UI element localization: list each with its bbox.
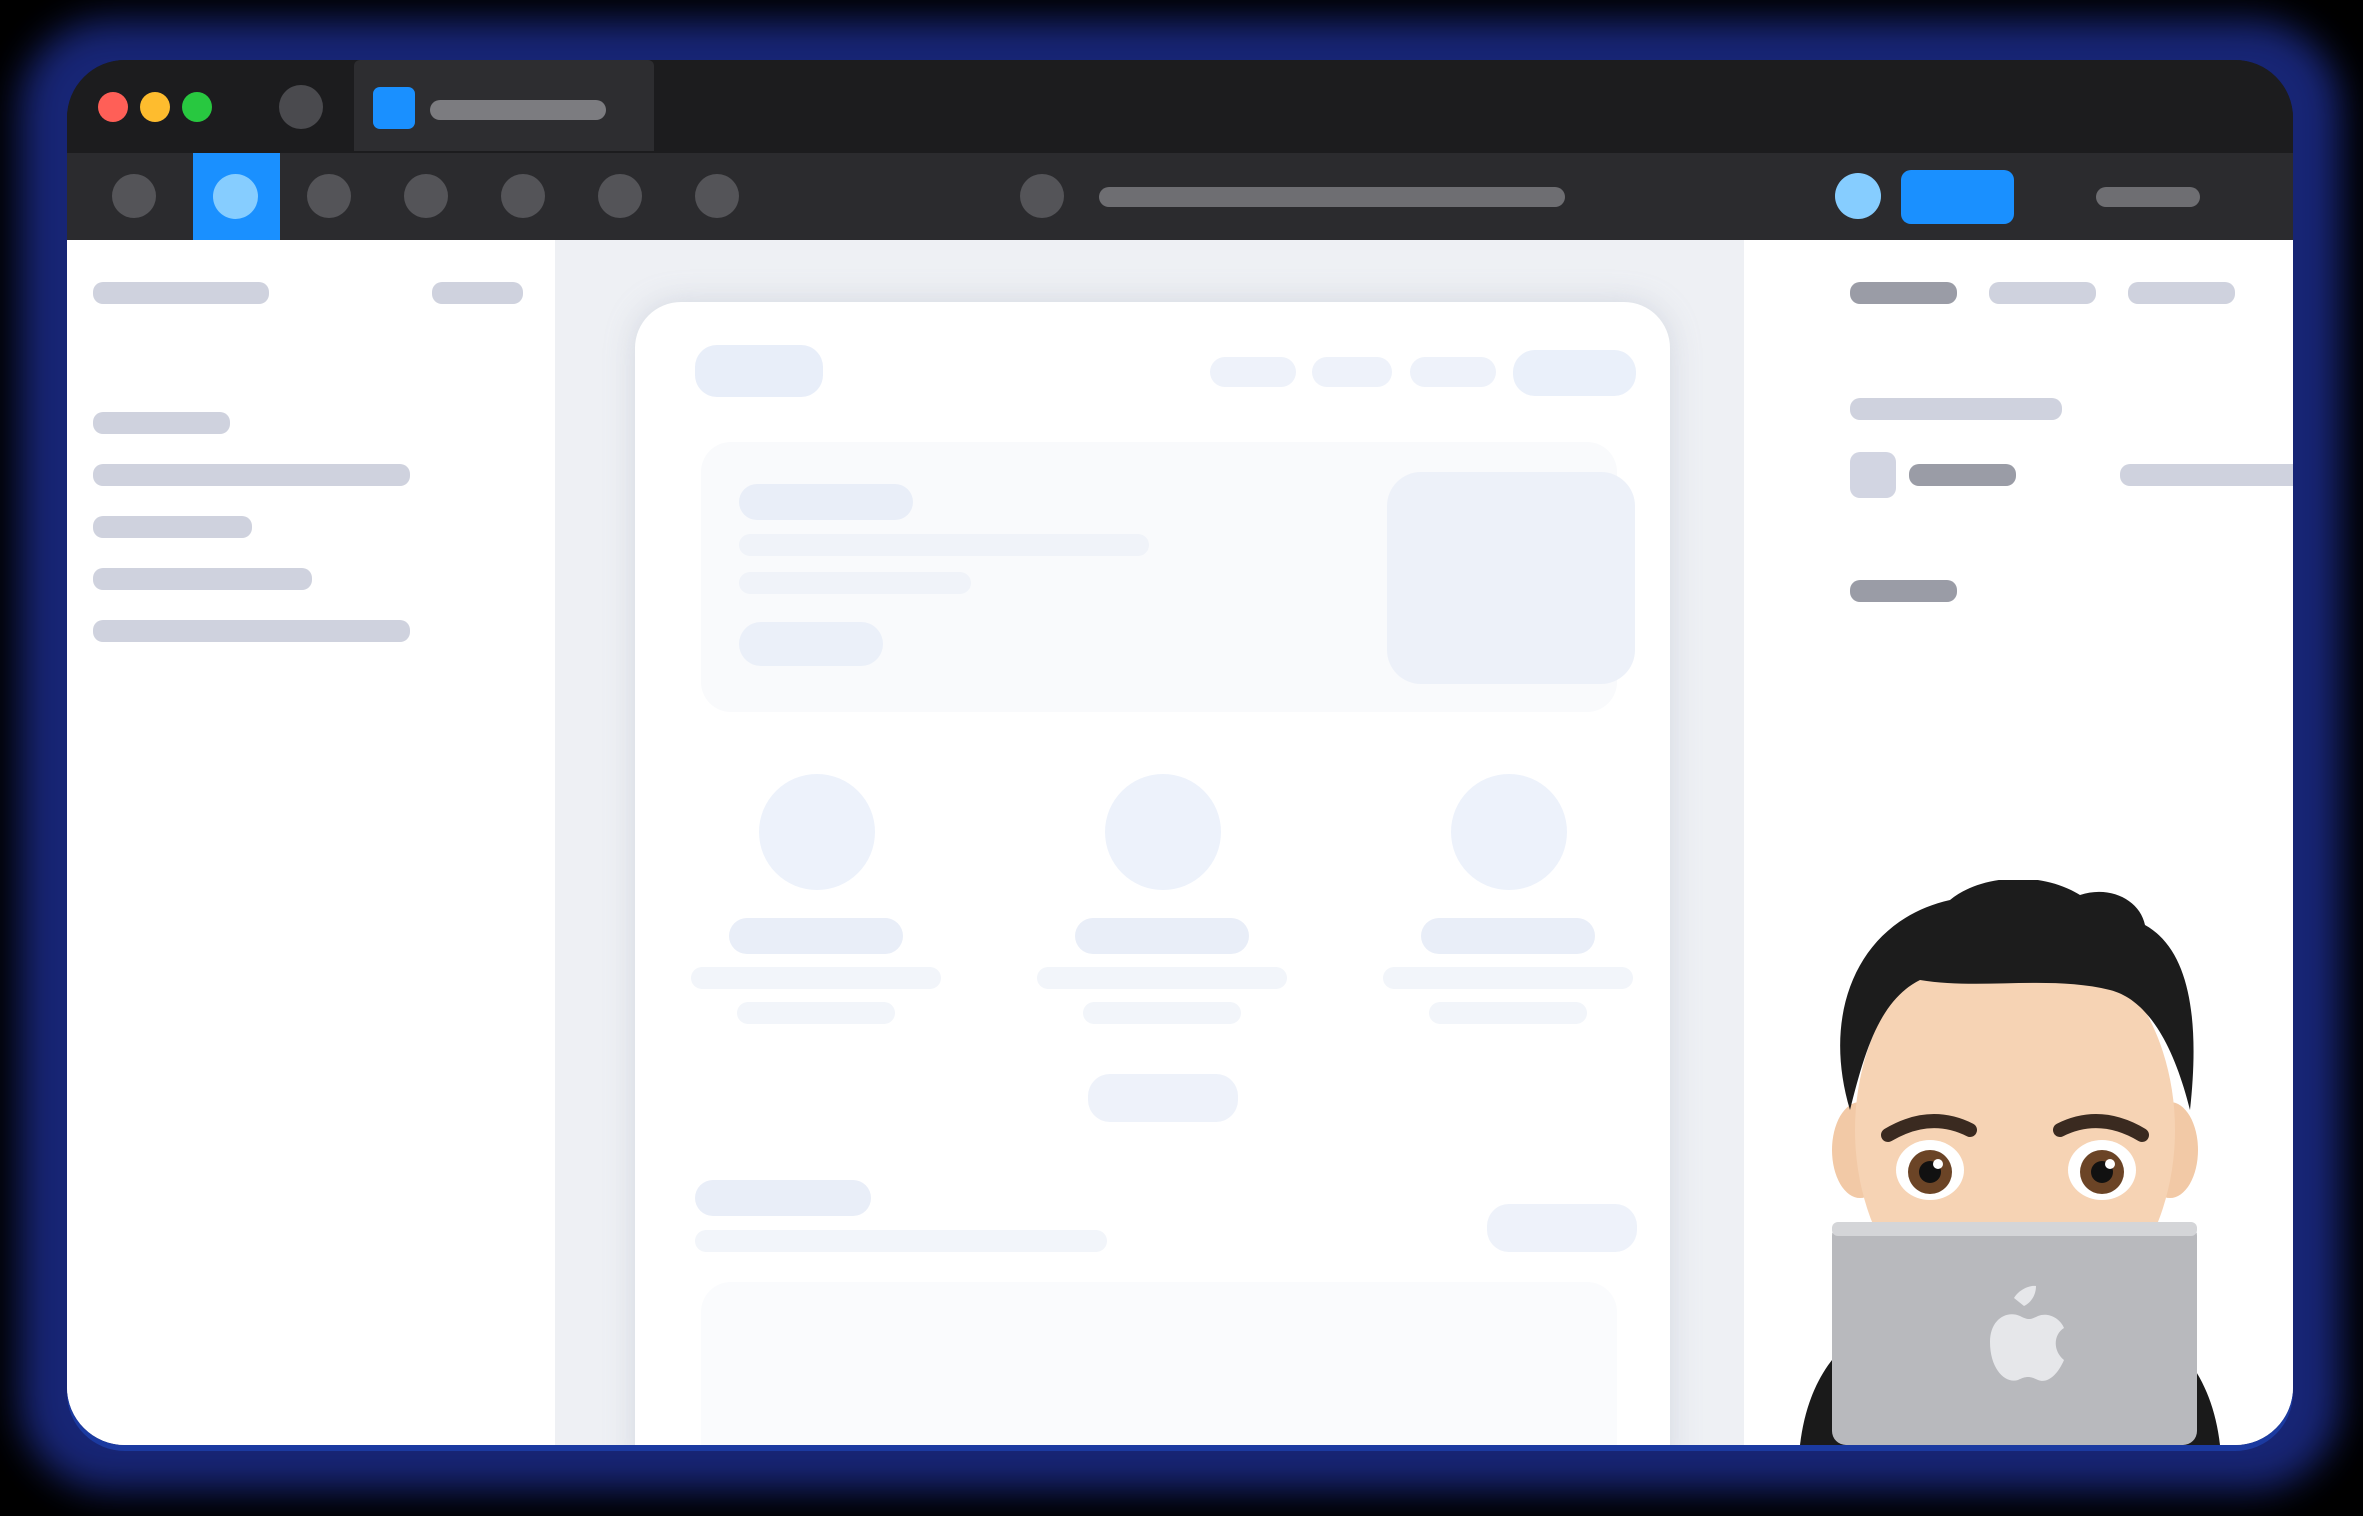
address-bar[interactable] <box>1099 187 1565 207</box>
inspector-tab[interactable] <box>2128 282 2235 304</box>
zoom-button[interactable] <box>182 92 212 122</box>
feature-text-placeholder <box>1429 1002 1587 1024</box>
tab-title-placeholder <box>430 100 606 120</box>
feature-text-placeholder <box>1383 967 1633 989</box>
section-button-placeholder <box>1487 1204 1637 1252</box>
tool-4-icon[interactable] <box>404 174 448 218</box>
layer-item[interactable] <box>93 464 410 486</box>
memoji-avatar-illustration <box>1800 878 2220 1445</box>
feature-icon-placeholder <box>759 774 875 890</box>
hero-image-placeholder <box>1387 472 1635 684</box>
feature-title-placeholder <box>1075 918 1249 954</box>
browser-tab[interactable] <box>354 60 654 151</box>
zoom-level-placeholder[interactable] <box>2096 187 2200 207</box>
panel-action-placeholder[interactable] <box>432 282 523 304</box>
section-title-placeholder <box>695 1180 871 1216</box>
tool-3-icon[interactable] <box>307 174 351 218</box>
feature-text-placeholder <box>1037 967 1287 989</box>
tool-1-icon[interactable] <box>112 174 156 218</box>
close-button[interactable] <box>98 92 128 122</box>
property-value-placeholder[interactable] <box>2120 464 2293 486</box>
sidebar-toggle-icon[interactable] <box>279 85 323 129</box>
section-heading-placeholder <box>1850 580 1957 602</box>
hero-text-placeholder <box>739 572 971 594</box>
feature-text-placeholder <box>691 967 941 989</box>
feature-icon-placeholder <box>1451 774 1567 890</box>
frame-nav-placeholder <box>1410 357 1496 387</box>
color-swatch[interactable] <box>1850 452 1896 498</box>
address-icon <box>1020 174 1064 218</box>
memoji-avatar <box>1780 878 2240 1445</box>
layer-item[interactable] <box>93 516 252 538</box>
toolbar <box>67 153 2293 240</box>
inspector-tab-active[interactable] <box>1850 282 1957 304</box>
tab-favicon-icon <box>373 87 415 129</box>
collaborator-avatar-icon[interactable] <box>1835 173 1881 219</box>
frame-nav-placeholder <box>1210 357 1296 387</box>
feature-text-placeholder <box>1083 1002 1241 1024</box>
layer-item[interactable] <box>93 568 312 590</box>
feature-title-placeholder <box>1421 918 1595 954</box>
design-canvas[interactable] <box>555 240 1744 1445</box>
frame-cta-placeholder <box>1513 350 1636 396</box>
hero-button-placeholder <box>739 622 883 666</box>
share-button[interactable] <box>1901 170 2014 224</box>
frame-hero <box>701 442 1635 712</box>
minimize-button[interactable] <box>140 92 170 122</box>
tool-6-icon[interactable] <box>598 174 642 218</box>
frame-nav-placeholder <box>1312 357 1392 387</box>
tool-2-icon <box>213 174 258 219</box>
frame-logo-placeholder <box>695 345 823 397</box>
swatch-label-placeholder <box>1909 464 2016 486</box>
layer-item[interactable] <box>93 412 230 434</box>
inspector-tab[interactable] <box>1989 282 2096 304</box>
feature-text-placeholder <box>737 1002 895 1024</box>
feature-icon-placeholder <box>1105 774 1221 890</box>
panel-title-placeholder <box>93 282 269 304</box>
title-bar <box>67 60 2293 153</box>
section-content-placeholder <box>701 1282 1617 1445</box>
section-text-placeholder <box>695 1230 1107 1252</box>
hero-text-placeholder <box>739 534 1149 556</box>
hero-title-placeholder <box>739 484 913 520</box>
frame-button-placeholder <box>1088 1074 1238 1122</box>
section-heading-placeholder <box>1850 398 2062 420</box>
tool-2-active[interactable] <box>193 153 280 240</box>
feature-title-placeholder <box>729 918 903 954</box>
tool-7-icon[interactable] <box>695 174 739 218</box>
layers-panel <box>67 240 555 1445</box>
frame-preview[interactable] <box>635 302 1670 1445</box>
tool-5-icon[interactable] <box>501 174 545 218</box>
layer-item[interactable] <box>93 620 410 642</box>
